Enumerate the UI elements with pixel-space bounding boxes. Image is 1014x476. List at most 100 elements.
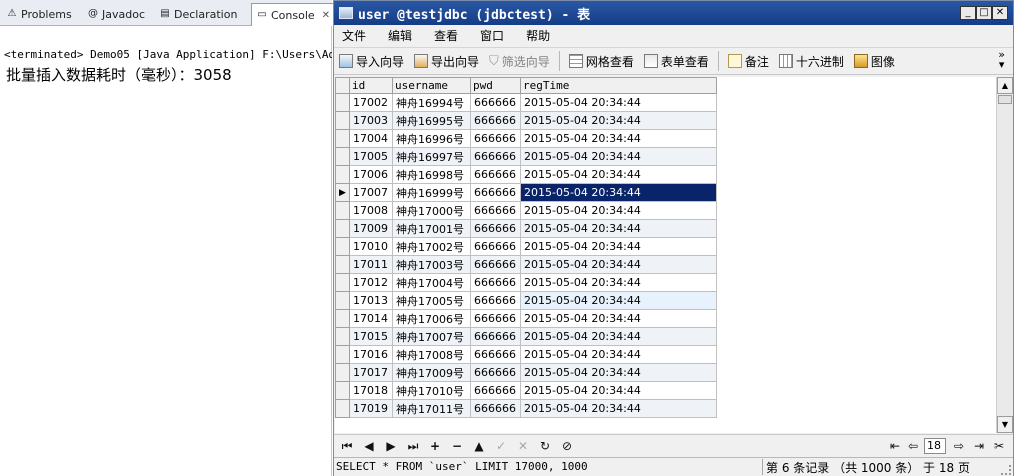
cell-pwd[interactable]: 666666 <box>470 381 521 400</box>
row-indicator[interactable] <box>335 129 350 148</box>
form-view-button[interactable]: 表单查看 <box>639 49 714 73</box>
menu-window[interactable]: 窗口 <box>480 27 504 44</box>
cell-pwd[interactable]: 666666 <box>470 399 521 418</box>
edit-record-icon[interactable]: ▲ <box>470 437 488 455</box>
prev-page-icon[interactable]: ⇦ <box>904 437 922 455</box>
cell-regtime[interactable]: 2015-05-04 20:34:44 <box>520 255 717 274</box>
cell-id[interactable]: 17006 <box>349 165 393 184</box>
prior-record-icon[interactable]: ◀ <box>360 437 378 455</box>
cell-pwd[interactable]: 666666 <box>470 309 521 328</box>
cell-regtime[interactable]: 2015-05-04 20:34:44 <box>520 147 717 166</box>
cell-username[interactable]: 神舟17006号 <box>392 309 471 328</box>
cell-username[interactable]: 神舟16995号 <box>392 111 471 130</box>
cell-pwd[interactable]: 666666 <box>470 363 521 382</box>
tab-console[interactable]: ▭ Console ✕ <box>251 3 336 26</box>
table-row[interactable]: 17014 神舟17006号 666666 2015-05-04 20:34:44 <box>335 309 717 328</box>
image-button[interactable]: 图像 <box>849 49 900 73</box>
cell-id[interactable]: 17010 <box>349 237 393 256</box>
cell-username[interactable]: 神舟17008号 <box>392 345 471 364</box>
row-indicator[interactable] <box>335 327 350 346</box>
scroll-up-icon[interactable]: ▲ <box>997 77 1013 94</box>
menu-file[interactable]: 文件 <box>342 27 366 44</box>
cell-username[interactable]: 神舟17002号 <box>392 237 471 256</box>
cell-username[interactable]: 神舟17011号 <box>392 399 471 418</box>
row-indicator[interactable]: ▶ <box>335 183 350 202</box>
cell-regtime[interactable]: 2015-05-04 20:34:44 <box>520 273 717 292</box>
cell-username[interactable]: 神舟17004号 <box>392 273 471 292</box>
menu-help[interactable]: 帮助 <box>526 27 550 44</box>
resize-grip-icon[interactable] <box>1001 465 1011 475</box>
cell-username[interactable]: 神舟17007号 <box>392 327 471 346</box>
cell-id[interactable]: 17019 <box>349 399 393 418</box>
table-row[interactable]: ▶ 17007 神舟16999号 666666 2015-05-04 20:34:44 <box>335 183 717 202</box>
cell-id[interactable]: 17012 <box>349 273 393 292</box>
memo-button[interactable]: 备注 <box>723 49 774 73</box>
cell-pwd[interactable]: 666666 <box>470 219 521 238</box>
table-row[interactable]: 17015 神舟17007号 666666 2015-05-04 20:34:44 <box>335 327 717 346</box>
cell-regtime[interactable]: 2015-05-04 20:34:44 <box>520 219 717 238</box>
table-row[interactable]: 17011 神舟17003号 666666 2015-05-04 20:34:44 <box>335 255 717 274</box>
table-row[interactable]: 17004 神舟16996号 666666 2015-05-04 20:34:44 <box>335 129 717 148</box>
table-row[interactable]: 17005 神舟16997号 666666 2015-05-04 20:34:44 <box>335 147 717 166</box>
row-indicator[interactable] <box>335 381 350 400</box>
table-row[interactable]: 17009 神舟17001号 666666 2015-05-04 20:34:44 <box>335 219 717 238</box>
cell-regtime[interactable]: 2015-05-04 20:34:44 <box>520 327 717 346</box>
cell-username[interactable]: 神舟17003号 <box>392 255 471 274</box>
column-header-regtime[interactable]: regTime <box>520 77 717 94</box>
cell-pwd[interactable]: 666666 <box>470 255 521 274</box>
grid-view-button[interactable]: 网格查看 <box>564 49 639 73</box>
cell-username[interactable]: 神舟16999号 <box>392 183 471 202</box>
window-titlebar[interactable]: user @testjdbc (jdbctest) - 表 _ □ ✕ <box>334 1 1013 25</box>
cell-regtime[interactable]: 2015-05-04 20:34:44 <box>520 93 717 112</box>
row-indicator[interactable] <box>335 363 350 382</box>
row-indicator[interactable] <box>335 345 350 364</box>
cell-regtime[interactable]: 2015-05-04 20:34:44 <box>520 291 717 310</box>
next-page-icon[interactable]: ⇨ <box>950 437 968 455</box>
stop-icon[interactable]: ⊘ <box>558 437 576 455</box>
cell-username[interactable]: 神舟17001号 <box>392 219 471 238</box>
table-row[interactable]: 17002 神舟16994号 666666 2015-05-04 20:34:44 <box>335 93 717 112</box>
cell-pwd[interactable]: 666666 <box>470 345 521 364</box>
export-wizard-button[interactable]: 导出向导 <box>409 49 484 73</box>
cell-id[interactable]: 17004 <box>349 129 393 148</box>
cell-id[interactable]: 17014 <box>349 309 393 328</box>
cell-regtime[interactable]: 2015-05-04 20:34:44 <box>520 237 717 256</box>
cell-username[interactable]: 神舟16998号 <box>392 165 471 184</box>
table-row[interactable]: 17017 神舟17009号 666666 2015-05-04 20:34:44 <box>335 363 717 382</box>
table-row[interactable]: 17019 神舟17011号 666666 2015-05-04 20:34:44 <box>335 399 717 418</box>
cell-pwd[interactable]: 666666 <box>470 327 521 346</box>
table-row[interactable]: 17018 神舟17010号 666666 2015-05-04 20:34:44 <box>335 381 717 400</box>
cell-username[interactable]: 神舟17000号 <box>392 201 471 220</box>
page-number-input[interactable]: 18 <box>924 438 946 454</box>
add-record-icon[interactable]: + <box>426 437 444 455</box>
toolbar-overflow-icon[interactable]: » ▾ <box>998 49 1005 70</box>
import-wizard-button[interactable]: 导入向导 <box>334 49 409 73</box>
column-header-username[interactable]: username <box>392 77 471 94</box>
row-indicator[interactable] <box>335 291 350 310</box>
cell-pwd[interactable]: 666666 <box>470 129 521 148</box>
refresh-icon[interactable]: ↻ <box>536 437 554 455</box>
row-indicator[interactable] <box>335 309 350 328</box>
scroll-thumb[interactable] <box>998 95 1012 104</box>
row-indicator[interactable] <box>335 237 350 256</box>
cell-regtime[interactable]: 2015-05-04 20:34:44 <box>520 399 717 418</box>
table-row[interactable]: 17008 神舟17000号 666666 2015-05-04 20:34:44 <box>335 201 717 220</box>
cell-id[interactable]: 17009 <box>349 219 393 238</box>
tab-problems[interactable]: ⚠ Problems <box>2 3 76 25</box>
cell-pwd[interactable]: 666666 <box>470 147 521 166</box>
cell-pwd[interactable]: 666666 <box>470 165 521 184</box>
row-indicator[interactable] <box>335 201 350 220</box>
minimize-button[interactable]: _ <box>960 6 976 20</box>
cell-id[interactable]: 17008 <box>349 201 393 220</box>
row-indicator[interactable] <box>335 255 350 274</box>
cell-regtime[interactable]: 2015-05-04 20:34:44 <box>520 201 717 220</box>
table-row[interactable]: 17016 神舟17008号 666666 2015-05-04 20:34:44 <box>335 345 717 364</box>
vertical-scrollbar[interactable]: ▲ ▼ <box>996 77 1013 433</box>
delete-record-icon[interactable]: − <box>448 437 466 455</box>
column-header-pwd[interactable]: pwd <box>470 77 521 94</box>
cell-id[interactable]: 17005 <box>349 147 393 166</box>
cell-pwd[interactable]: 666666 <box>470 201 521 220</box>
cell-pwd[interactable]: 666666 <box>470 93 521 112</box>
close-icon[interactable]: ✕ <box>322 10 330 21</box>
menu-view[interactable]: 查看 <box>434 27 458 44</box>
